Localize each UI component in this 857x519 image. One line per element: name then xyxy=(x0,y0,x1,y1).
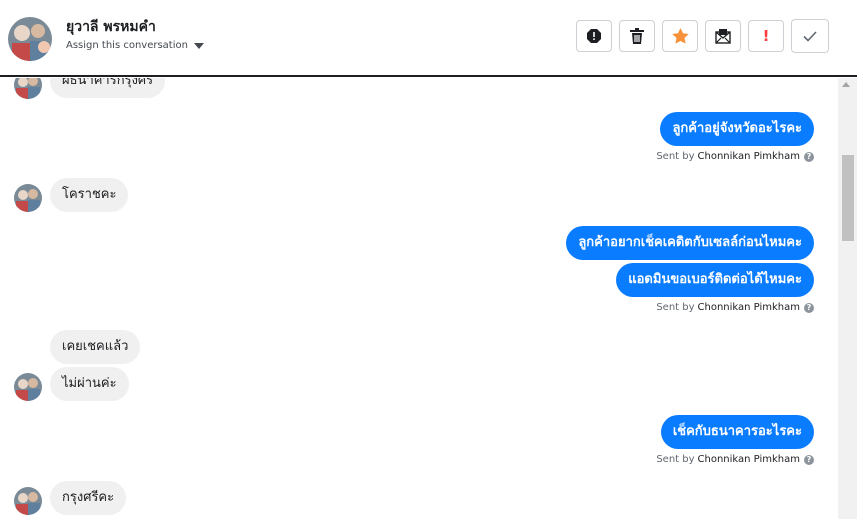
help-icon[interactable]: ? xyxy=(804,151,814,162)
done-check-icon xyxy=(803,30,817,42)
outgoing-message: ลูกค้าอยู่จังหวัดอะไรคะ xyxy=(660,112,814,146)
contact-avatar-small xyxy=(14,487,42,515)
spam-button[interactable] xyxy=(576,20,612,52)
sent-by-prefix: Sent by xyxy=(656,302,695,313)
sent-by-agent: Chonnikan Pimkham xyxy=(697,302,800,313)
sent-by-agent: Chonnikan Pimkham xyxy=(697,454,800,465)
scrollbar-thumb[interactable] xyxy=(842,155,854,241)
incoming-message: โคราชคะ xyxy=(50,178,129,212)
sent-by-prefix: Sent by xyxy=(656,454,695,465)
help-icon[interactable]: ? xyxy=(804,302,814,313)
incoming-message: เคยเชคแล้ว xyxy=(50,330,141,364)
message-thread[interactable]: ผธนาคารกรุงศรี ลูกค้าอยู่จังหวัดอะไรคะ S… xyxy=(0,78,838,519)
sent-by-label: Sent by Chonnikan Pimkham ? xyxy=(656,454,814,465)
sent-by-label: Sent by Chonnikan Pimkham ? xyxy=(656,151,814,162)
star-button[interactable] xyxy=(662,20,698,52)
important-icon: ! xyxy=(762,27,770,45)
incoming-message: ไม่ผ่านค่ะ xyxy=(50,367,129,401)
sent-by-prefix: Sent by xyxy=(656,151,695,162)
assign-label: Assign this conversation xyxy=(66,40,188,51)
outgoing-message: เช็คกับธนาคารอะไรคะ xyxy=(660,415,814,449)
scroll-up-arrow-icon[interactable] xyxy=(842,82,850,87)
assign-conversation-dropdown[interactable]: Assign this conversation xyxy=(66,40,204,51)
spam-alert-icon xyxy=(587,29,601,43)
scrollbar-track[interactable] xyxy=(838,78,857,519)
mark-unread-button[interactable] xyxy=(705,20,741,52)
contact-avatar[interactable] xyxy=(8,17,52,61)
trash-icon xyxy=(630,28,644,44)
star-icon xyxy=(671,28,689,44)
conversation-header: ยุวาลี พรหมคำ Assign this conversation ! xyxy=(0,0,857,77)
sent-by-agent: Chonnikan Pimkham xyxy=(697,151,800,162)
contact-avatar-small xyxy=(14,78,42,99)
sent-by-label: Sent by Chonnikan Pimkham ? xyxy=(656,302,814,313)
caret-down-icon xyxy=(193,42,204,49)
delete-button[interactable] xyxy=(619,20,655,52)
help-icon[interactable]: ? xyxy=(804,454,814,465)
outgoing-message: ลูกค้าอยากเช็คเคดิตกับเซลล์ก่อนไหมคะ xyxy=(566,226,814,260)
mark-unread-icon xyxy=(715,29,731,44)
contact-avatar-small xyxy=(14,373,42,401)
outgoing-message: แอดมินขอเบอร์ติดต่อได้ไหมคะ xyxy=(616,263,814,297)
incoming-message: ผธนาคารกรุงศรี xyxy=(50,78,166,98)
contact-name: ยุวาลี พรหมคำ xyxy=(66,19,156,35)
important-button[interactable]: ! xyxy=(748,20,784,52)
contact-avatar-small xyxy=(14,184,42,212)
incoming-message: กรุงศรีคะ xyxy=(50,481,127,515)
done-button[interactable] xyxy=(791,19,829,53)
